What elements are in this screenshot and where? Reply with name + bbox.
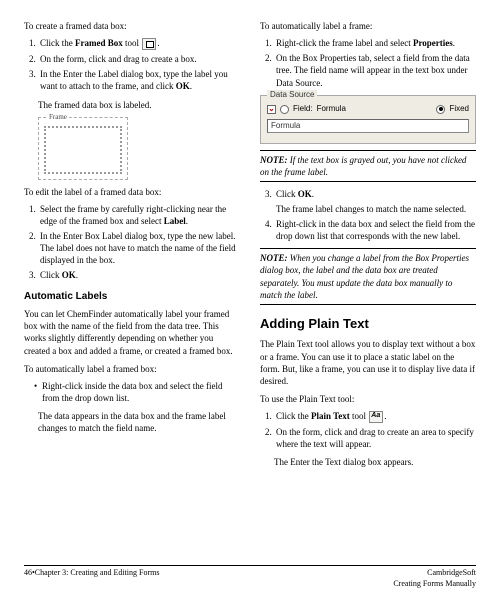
rule <box>260 248 476 249</box>
field-formula-label: Formula <box>317 104 346 115</box>
step: Click OK. The frame label changes to mat… <box>274 188 476 215</box>
steps-plain-text: Click the Plain Text tool . On the form,… <box>274 410 476 450</box>
data-source-panel: Data Source ⌄ Field: Formula Fixed Formu… <box>260 95 476 144</box>
step: Right-click the frame label and select P… <box>274 37 476 49</box>
intro-create-framed: To create a framed data box: <box>24 20 240 32</box>
rule <box>260 150 476 151</box>
radio-fixed[interactable] <box>436 105 445 114</box>
intro-edit-label: To edit the label of a framed data box: <box>24 186 240 198</box>
data-source-input[interactable]: Formula <box>267 119 469 133</box>
frame-inner <box>44 126 122 174</box>
step: Select the frame by carefully right-clic… <box>38 203 240 227</box>
bullet: Right-click inside the data box and sele… <box>34 380 240 404</box>
page-footer: 46•Chapter 3: Creating and Editing Forms… <box>24 565 476 590</box>
frame-outer: Frame <box>38 117 128 180</box>
field-label: Field: <box>293 104 313 115</box>
two-column-layout: To create a framed data box: Click the F… <box>24 20 476 560</box>
frame-legend: Frame <box>47 113 69 122</box>
plain-text-tool-icon <box>369 411 383 423</box>
step: Click the Framed Box tool . <box>38 37 240 50</box>
step: Click the Plain Text tool . <box>274 410 476 423</box>
result-text: The frame label changes to match the nam… <box>276 203 476 215</box>
radio-field[interactable] <box>280 105 289 114</box>
note-grayed-out: NOTE: If the text box is grayed out, you… <box>260 154 476 178</box>
left-column: To create a framed data box: Click the F… <box>24 20 240 560</box>
data-source-value-row: Formula <box>267 119 469 133</box>
data-source-legend: Data Source <box>267 90 317 101</box>
checkbox[interactable]: ⌄ <box>267 105 276 114</box>
auto-labels-paragraph: You can let ChemFinder automatically lab… <box>24 308 240 357</box>
rule <box>260 304 476 305</box>
intro-plain-text-tool: To use the Plain Text tool: <box>260 393 476 405</box>
step: Right-click in the data box and select t… <box>274 218 476 242</box>
steps-auto-frame-a: Right-click the frame label and select P… <box>274 37 476 89</box>
steps-edit-label: Select the frame by carefully right-clic… <box>38 203 240 282</box>
step: On the form, click and drag to create an… <box>274 426 476 450</box>
step: On the Box Properties tab, select a fiel… <box>274 52 476 88</box>
intro-auto-frame: To automatically label a frame: <box>260 20 476 32</box>
fixed-label: Fixed <box>449 104 469 115</box>
result-text: The framed data box is labeled. <box>38 99 240 111</box>
step: In the Enter Box Label dialog box, type … <box>38 230 240 266</box>
result-text: The data appears in the data box and the… <box>38 410 240 434</box>
right-column: To automatically label a frame: Right-cl… <box>260 20 476 560</box>
heading-adding-plain-text: Adding Plain Text <box>260 315 476 333</box>
step: On the form, click and drag to create a … <box>38 53 240 65</box>
intro-auto-framed-box: To automatically label a framed box: <box>24 363 240 375</box>
rule <box>260 181 476 182</box>
step: In the Enter the Label dialog box, type … <box>38 68 240 92</box>
footer-right: CambridgeSoft Creating Forms Manually <box>393 568 476 590</box>
step: Click OK. <box>38 269 240 281</box>
framed-box-tool-icon <box>142 38 156 50</box>
steps-auto-frame-b: Click OK. The frame label changes to mat… <box>274 188 476 243</box>
frame-figure: Frame <box>38 117 128 180</box>
bullets-auto-framed-box: Right-click inside the data box and sele… <box>34 380 240 404</box>
footer-left: 46•Chapter 3: Creating and Editing Forms <box>24 568 159 590</box>
steps-create-framed: Click the Framed Box tool . On the form,… <box>38 37 240 92</box>
heading-automatic-labels: Automatic Labels <box>24 290 240 304</box>
note-separate-update: NOTE: When you change a label from the B… <box>260 252 476 301</box>
data-source-options-row: ⌄ Field: Formula Fixed <box>267 104 469 115</box>
result-text: The Enter the Text dialog box appears. <box>274 456 476 468</box>
plain-text-paragraph: The Plain Text tool allows you to displa… <box>260 338 476 387</box>
